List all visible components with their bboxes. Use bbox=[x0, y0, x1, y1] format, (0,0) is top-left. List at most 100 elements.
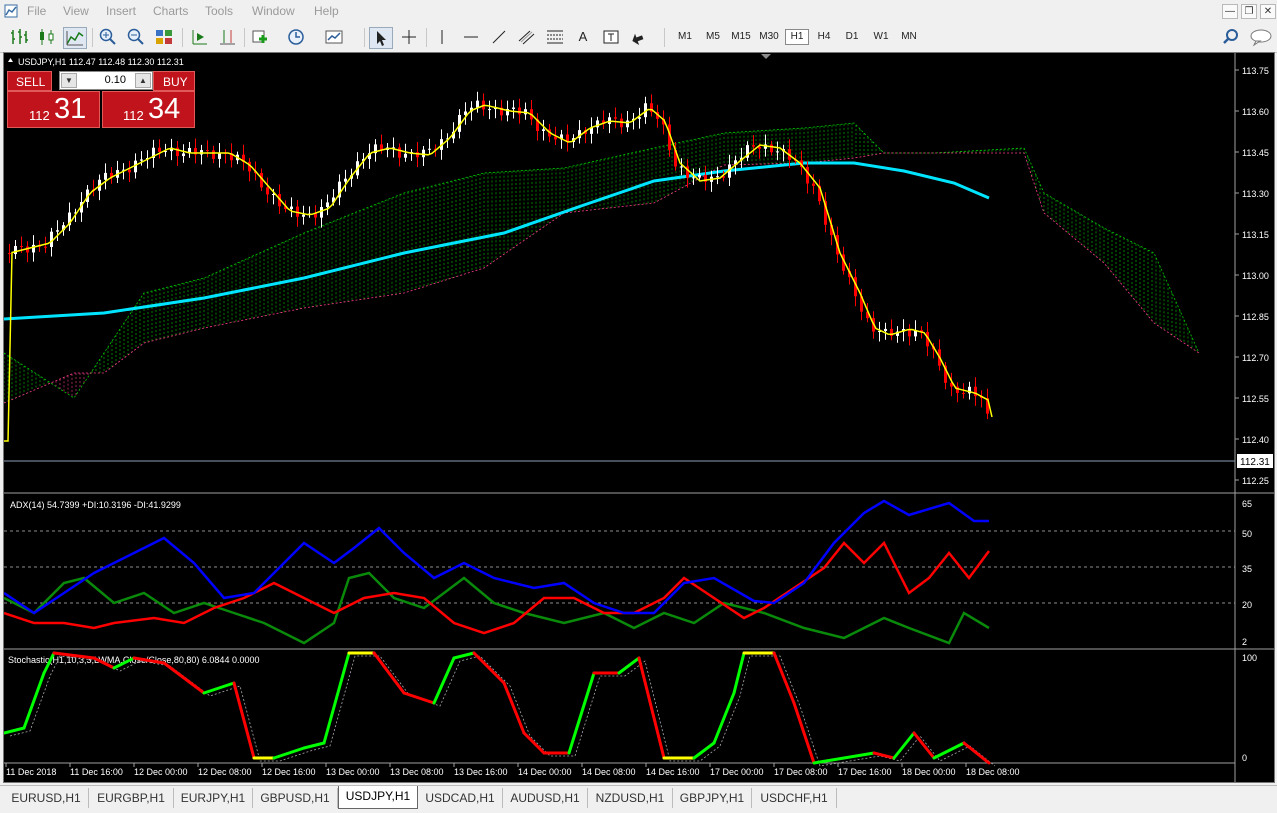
buy-button[interactable]: BUY bbox=[153, 71, 195, 91]
candle-body bbox=[770, 144, 773, 153]
text-label-icon[interactable] bbox=[600, 27, 622, 47]
adx-tick-label: 20 bbox=[1242, 600, 1252, 610]
tab-usdchf[interactable]: USDCHF,H1 bbox=[752, 788, 837, 808]
timeframe-m1[interactable]: M1 bbox=[676, 29, 694, 45]
restore-icon[interactable]: ❐ bbox=[1241, 4, 1257, 19]
tab-eurjpy[interactable]: EURJPY,H1 bbox=[174, 788, 253, 808]
candle-body bbox=[56, 230, 59, 232]
time-tick-label: 11 Dec 16:00 bbox=[70, 767, 123, 777]
menu-help[interactable]: Help bbox=[314, 4, 339, 18]
crosshair-icon[interactable] bbox=[398, 27, 420, 47]
templates-icon[interactable] bbox=[324, 27, 346, 47]
horizontal-line-icon[interactable] bbox=[460, 27, 482, 47]
line-chart-icon[interactable] bbox=[63, 27, 87, 49]
periods-clock-icon[interactable] bbox=[286, 27, 308, 47]
candle-body bbox=[518, 107, 521, 115]
chart-canvas[interactable]: 112.31 USDJPY,H1 112.47 112.48 112.30 11… bbox=[4, 53, 1274, 782]
candle-body bbox=[428, 148, 431, 150]
lot-decrease-button[interactable]: ▼ bbox=[61, 73, 77, 88]
candle-body bbox=[884, 328, 887, 331]
timeframe-mn[interactable]: MN bbox=[898, 29, 920, 45]
equidistant-channel-icon[interactable] bbox=[516, 27, 538, 47]
menu-insert[interactable]: Insert bbox=[106, 4, 136, 18]
stochastic-main-segment bbox=[272, 746, 306, 760]
indicators-icon[interactable] bbox=[250, 27, 272, 47]
tab-gbpusd[interactable]: GBPUSD,H1 bbox=[253, 788, 338, 808]
chart-window[interactable]: 112.31 USDJPY,H1 112.47 112.48 112.30 11… bbox=[3, 52, 1275, 783]
candle-body bbox=[974, 386, 977, 397]
candlestick-icon[interactable] bbox=[36, 27, 58, 47]
one-click-trading-panel: SELL ▼ 0.10 ▲ BUY 112 31 112 34 bbox=[7, 71, 195, 128]
buy-price-box[interactable]: 112 34 bbox=[102, 91, 195, 128]
lot-increase-button[interactable]: ▲ bbox=[135, 73, 151, 88]
time-tick-label: 17 Dec 08:00 bbox=[774, 767, 828, 777]
timeframe-h4[interactable]: H4 bbox=[815, 29, 833, 45]
chart-shift-marker[interactable] bbox=[761, 54, 771, 59]
tile-windows-icon[interactable] bbox=[153, 27, 175, 47]
menu-tools[interactable]: Tools bbox=[205, 4, 233, 18]
bar-chart-icon[interactable] bbox=[8, 27, 30, 47]
lot-size-input[interactable]: ▼ 0.10 ▲ bbox=[59, 71, 153, 90]
menu-window[interactable]: Window bbox=[252, 4, 295, 18]
timeframe-m15[interactable]: M15 bbox=[729, 29, 753, 45]
tab-gbpjpy[interactable]: GBPJPY,H1 bbox=[673, 788, 752, 808]
candle-body bbox=[716, 176, 719, 178]
stochastic-axis: 100 0 bbox=[1242, 653, 1257, 763]
vertical-line-icon[interactable] bbox=[431, 27, 453, 47]
app-icon bbox=[4, 4, 18, 18]
stochastic-main-segment bbox=[452, 651, 476, 660]
timeframe-m30[interactable]: M30 bbox=[757, 29, 781, 45]
candle-body bbox=[512, 107, 515, 109]
candle-body bbox=[692, 177, 695, 179]
timeframe-w1[interactable]: W1 bbox=[871, 29, 891, 45]
autoscroll-icon[interactable] bbox=[188, 27, 210, 47]
timeframe-h1[interactable]: H1 bbox=[785, 29, 809, 45]
candle-body bbox=[776, 151, 779, 153]
sell-button[interactable]: SELL bbox=[7, 71, 52, 91]
adx-tick-label: 65 bbox=[1242, 499, 1252, 509]
candle-body bbox=[302, 214, 305, 217]
tab-usdcad[interactable]: USDCAD,H1 bbox=[418, 788, 503, 808]
menu-charts[interactable]: Charts bbox=[153, 4, 188, 18]
tab-usdjpy[interactable]: USDJPY,H1 bbox=[338, 786, 418, 809]
candle-body bbox=[542, 129, 545, 131]
price-tick-label: 113.15 bbox=[1242, 230, 1269, 240]
adx-tick-label: 50 bbox=[1242, 529, 1252, 539]
timeframe-m5[interactable]: M5 bbox=[704, 29, 722, 45]
sell-price-box[interactable]: 112 31 bbox=[7, 91, 100, 128]
candle-body bbox=[32, 244, 35, 253]
text-tool-icon[interactable]: A bbox=[572, 27, 594, 47]
menu-bar: File View Insert Charts Tools Window Hel… bbox=[0, 0, 1277, 24]
menu-file[interactable]: File bbox=[27, 4, 46, 18]
close-icon[interactable]: ✕ bbox=[1260, 4, 1276, 19]
stochastic-main-segment bbox=[372, 651, 406, 695]
tab-eurgbp[interactable]: EURGBP,H1 bbox=[89, 788, 174, 808]
price-tick-label: 112.40 bbox=[1242, 435, 1269, 445]
search-icon[interactable] bbox=[1220, 27, 1242, 47]
candle-body bbox=[140, 159, 143, 161]
tab-audusd[interactable]: AUDUSD,H1 bbox=[503, 788, 588, 808]
chat-icon[interactable] bbox=[1248, 27, 1274, 47]
chart-shift-icon[interactable] bbox=[216, 27, 238, 47]
price-tick-label: 113.75 bbox=[1242, 66, 1269, 76]
tab-eurusd[interactable]: EURUSD,H1 bbox=[4, 788, 89, 808]
zoom-out-icon[interactable] bbox=[125, 27, 147, 47]
stochastic-main-segment bbox=[932, 741, 966, 760]
fibonacci-icon[interactable] bbox=[544, 27, 566, 47]
arrows-icon[interactable] bbox=[628, 27, 650, 47]
buy-price-big: 34 bbox=[148, 93, 181, 125]
minimize-icon[interactable]: — bbox=[1222, 4, 1238, 19]
tab-nzdusd[interactable]: NZDUSD,H1 bbox=[588, 788, 673, 808]
stochastic-main-segment bbox=[732, 651, 746, 695]
time-tick-label: 13 Dec 00:00 bbox=[326, 767, 380, 777]
buy-price-small: 112 bbox=[123, 108, 144, 123]
timeframe-d1[interactable]: D1 bbox=[843, 29, 861, 45]
time-tick-label: 12 Dec 00:00 bbox=[134, 767, 188, 777]
menu-view[interactable]: View bbox=[63, 4, 89, 18]
candle-body bbox=[212, 150, 215, 159]
zoom-in-icon[interactable] bbox=[97, 27, 119, 47]
candle-body bbox=[608, 117, 611, 124]
cursor-icon[interactable] bbox=[369, 27, 393, 49]
trendline-icon[interactable] bbox=[488, 27, 510, 47]
price-tick-label: 112.55 bbox=[1242, 394, 1269, 404]
